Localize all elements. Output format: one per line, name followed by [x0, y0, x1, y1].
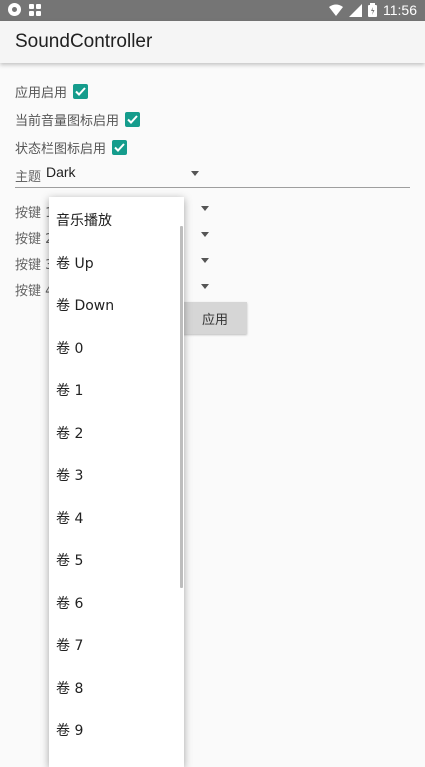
app-enabled-row[interactable]: 应用启用: [15, 82, 89, 101]
app-enabled-checkbox[interactable]: [73, 84, 89, 99]
status-time: 11:56: [383, 2, 417, 18]
battery-icon: [368, 3, 377, 17]
dropdown-item-music-play[interactable]: 音乐播放: [56, 210, 112, 230]
status-bar-right: 11:56: [329, 2, 417, 18]
signal-icon: [349, 3, 362, 17]
dropdown-item-volume-1[interactable]: 卷 1: [56, 380, 83, 400]
notification-icon: [8, 3, 21, 16]
app-enabled-label: 应用启用: [15, 86, 68, 101]
checkmark-icon: [127, 115, 138, 124]
chevron-down-icon: [191, 171, 199, 176]
volume-icon-enabled-row[interactable]: 当前音量图标启用: [15, 110, 141, 129]
dropdown-item-volume-3[interactable]: 卷 3: [56, 465, 83, 485]
app-bar: SoundController: [0, 21, 425, 63]
dropdown-item-volume-5[interactable]: 卷 5: [56, 550, 83, 570]
dropdown-item-volume-2[interactable]: 卷 2: [56, 423, 83, 443]
statusbar-icon-enabled-checkbox[interactable]: [112, 140, 128, 155]
theme-value: Dark: [46, 164, 76, 180]
status-bar-left: [8, 3, 41, 16]
statusbar-icon-enabled-row[interactable]: 状态栏图标启用: [15, 138, 128, 157]
status-bar: 11:56: [0, 0, 425, 21]
dropdown-item-volume-0[interactable]: 卷 0: [56, 338, 83, 358]
key-3-label: 按键 3: [15, 258, 54, 273]
theme-spinner[interactable]: 主题 Dark: [15, 163, 410, 188]
dropdown-item-volume-8[interactable]: 卷 8: [56, 678, 83, 698]
grid-icon: [29, 3, 41, 16]
dropdown-item-volume-7[interactable]: 卷 7: [56, 635, 83, 655]
key-2-label: 按键 2: [15, 232, 54, 247]
wifi-icon: [329, 4, 343, 16]
checkmark-icon: [114, 143, 125, 152]
apply-button[interactable]: 应用: [183, 302, 247, 334]
chevron-down-icon[interactable]: [201, 258, 209, 263]
theme-label: 主题: [15, 170, 42, 185]
checkmark-icon: [75, 87, 86, 96]
statusbar-icon-enabled-label: 状态栏图标启用: [15, 142, 107, 157]
chevron-down-icon[interactable]: [201, 206, 209, 211]
volume-icon-enabled-checkbox[interactable]: [125, 112, 141, 127]
volume-icon-enabled-label: 当前音量图标启用: [15, 114, 120, 129]
dropdown-item-volume-down[interactable]: 卷 Down: [56, 295, 114, 315]
key-1-label: 按键 1: [15, 206, 54, 221]
key-4-label: 按键 4: [15, 284, 54, 299]
chevron-down-icon[interactable]: [201, 284, 209, 289]
chevron-down-icon[interactable]: [201, 232, 209, 237]
dropdown-item-volume-9[interactable]: 卷 9: [56, 720, 83, 740]
key-action-dropdown[interactable]: 音乐播放 卷 Up 卷 Down 卷 0 卷 1 卷 2 卷 3 卷 4 卷 5…: [49, 197, 184, 767]
dropdown-item-volume-6[interactable]: 卷 6: [56, 593, 83, 613]
dropdown-item-volume-up[interactable]: 卷 Up: [56, 253, 94, 273]
dropdown-scrollbar[interactable]: [180, 226, 183, 588]
dropdown-item-volume-4[interactable]: 卷 4: [56, 508, 83, 528]
app-title: SoundController: [15, 31, 153, 52]
